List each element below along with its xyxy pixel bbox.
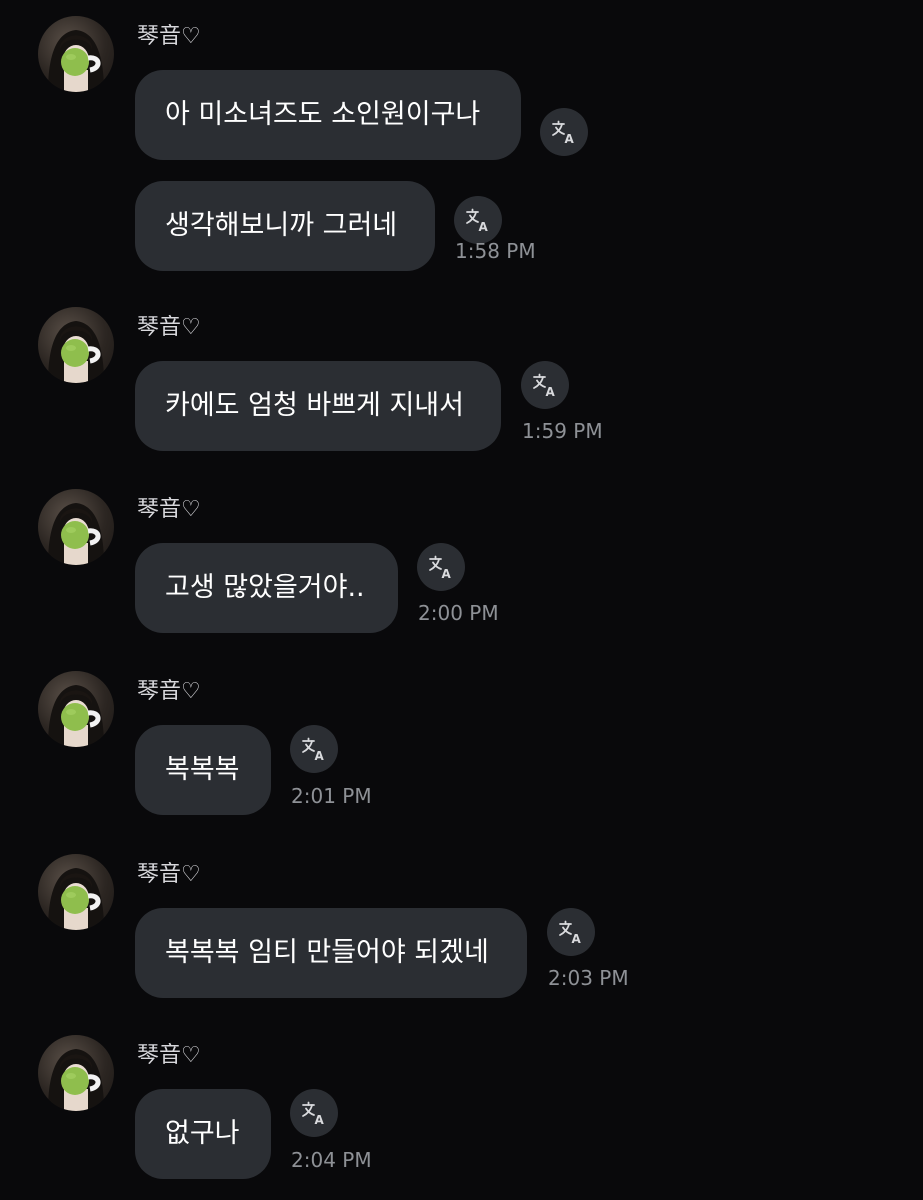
message-text: 복복복 bbox=[165, 754, 240, 785]
timestamp: 2:00 PM bbox=[418, 601, 499, 625]
avatar[interactable] bbox=[38, 671, 114, 747]
message-bubble[interactable]: 고생 많았을거야.. bbox=[135, 543, 398, 633]
avatar[interactable] bbox=[38, 307, 114, 383]
message-text: 없구나 bbox=[165, 1118, 240, 1149]
message-text: 카에도 엄청 바쁘게 지내서 bbox=[165, 390, 464, 421]
translate-button[interactable]: A bbox=[417, 543, 465, 591]
translate-icon: A bbox=[557, 918, 585, 946]
avatar[interactable] bbox=[38, 1035, 114, 1111]
translate-button[interactable]: A bbox=[290, 725, 338, 773]
translate-button[interactable]: A bbox=[547, 908, 595, 956]
translate-icon: A bbox=[531, 371, 559, 399]
translate-button[interactable]: A bbox=[521, 361, 569, 409]
timestamp: 2:03 PM bbox=[548, 966, 629, 990]
sender-name: 琴音♡ bbox=[137, 862, 201, 887]
message-bubble[interactable]: 아 미소녀즈도 소인원이구나 bbox=[135, 70, 521, 160]
message-bubble[interactable]: 카에도 엄청 바쁘게 지내서 bbox=[135, 361, 501, 451]
message-bubble[interactable]: 없구나 bbox=[135, 1089, 271, 1179]
svg-text:A: A bbox=[315, 1113, 325, 1127]
translate-icon: A bbox=[464, 206, 492, 234]
message-text: 생각해보니까 그러네 bbox=[165, 210, 398, 241]
svg-text:A: A bbox=[479, 220, 489, 234]
message-bubble[interactable]: 복복복 임티 만들어야 되겠네 bbox=[135, 908, 527, 998]
message-bubble[interactable]: 복복복 bbox=[135, 725, 271, 815]
svg-text:A: A bbox=[442, 567, 452, 581]
avatar[interactable] bbox=[38, 16, 114, 92]
timestamp: 2:01 PM bbox=[291, 784, 372, 808]
svg-text:A: A bbox=[546, 385, 556, 399]
translate-icon: A bbox=[427, 553, 455, 581]
sender-name: 琴音♡ bbox=[137, 497, 201, 522]
translate-icon: A bbox=[300, 1099, 328, 1127]
translate-icon: A bbox=[300, 735, 328, 763]
svg-text:A: A bbox=[315, 749, 325, 763]
chat-thread[interactable]: 琴音♡ 아 미소녀즈도 소인원이구나 A 생각해보니까 그러네 A 1:58 P… bbox=[0, 0, 923, 1200]
svg-text:A: A bbox=[565, 132, 575, 146]
translate-button[interactable]: A bbox=[290, 1089, 338, 1137]
message-text: 고생 많았을거야.. bbox=[165, 572, 365, 603]
timestamp: 1:58 PM bbox=[455, 239, 536, 263]
message-bubble[interactable]: 생각해보니까 그러네 bbox=[135, 181, 435, 271]
sender-name: 琴音♡ bbox=[137, 679, 201, 704]
svg-text:A: A bbox=[572, 932, 582, 946]
translate-button[interactable]: A bbox=[540, 108, 588, 156]
message-text: 복복복 임티 만들어야 되겠네 bbox=[165, 937, 489, 968]
sender-name: 琴音♡ bbox=[137, 315, 201, 340]
translate-button[interactable]: A bbox=[454, 196, 502, 244]
timestamp: 2:04 PM bbox=[291, 1148, 372, 1172]
avatar[interactable] bbox=[38, 854, 114, 930]
translate-icon: A bbox=[550, 118, 578, 146]
sender-name: 琴音♡ bbox=[137, 24, 201, 49]
avatar[interactable] bbox=[38, 489, 114, 565]
timestamp: 1:59 PM bbox=[522, 419, 603, 443]
sender-name: 琴音♡ bbox=[137, 1043, 201, 1068]
message-text: 아 미소녀즈도 소인원이구나 bbox=[165, 99, 481, 130]
